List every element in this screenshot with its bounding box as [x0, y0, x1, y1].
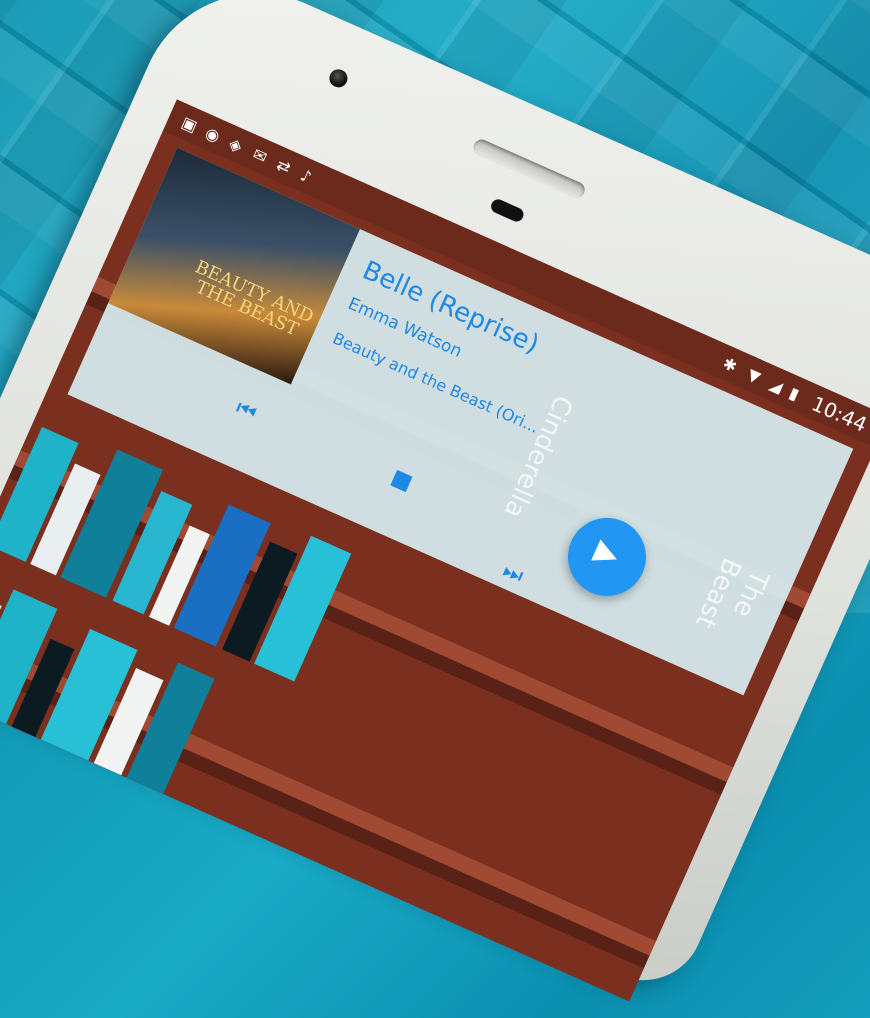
camera-icon: ◉ — [202, 123, 223, 147]
stop-icon[interactable]: ■ — [387, 465, 416, 496]
sync-icon: ⇄ — [273, 154, 294, 178]
phone-screen: ▣ ◉ ◈ ✉ ⇄ ♪ ✱ ▼ ◢ ▮ 10:44 BEAUTY AND THE… — [0, 99, 870, 1002]
photos-icon: ◈ — [226, 133, 246, 156]
skip-next-icon[interactable]: ⏭ — [499, 558, 527, 589]
album-art-title: BEAUTY AND THE BEAST — [191, 256, 317, 341]
play-button[interactable]: ▶ — [555, 505, 659, 609]
front-camera — [326, 66, 351, 91]
mail-icon: ✉ — [249, 144, 270, 167]
signal-icon: ◢ — [766, 374, 786, 397]
bluetooth-icon: ✱ — [720, 353, 741, 377]
music-icon: ♪ — [297, 165, 315, 187]
battery-icon: ▮ — [786, 382, 803, 404]
skip-previous-icon[interactable]: ⏮ — [232, 396, 260, 427]
earpiece-speaker — [471, 136, 588, 201]
play-icon: ▶ — [589, 532, 625, 574]
proximity-sensor — [488, 197, 526, 224]
cast-icon: ▣ — [178, 112, 201, 136]
wifi-icon: ▼ — [744, 364, 764, 387]
